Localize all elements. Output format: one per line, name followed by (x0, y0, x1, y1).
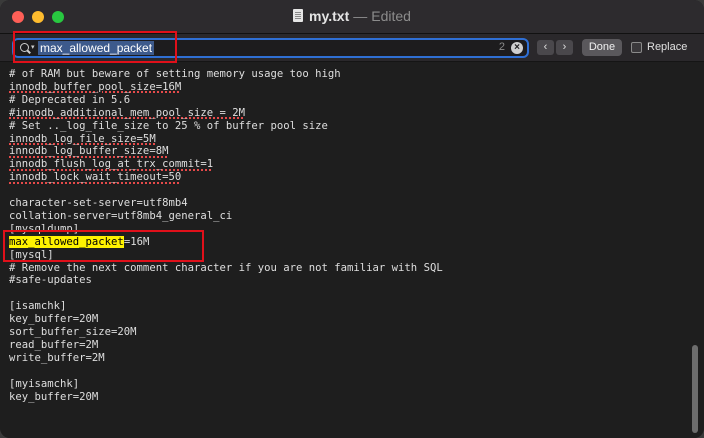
code-line-text: key_buffer=20M (9, 313, 99, 326)
file-name: my.txt (309, 8, 350, 24)
code-line[interactable]: character-set-server=utf8mb4 (9, 197, 188, 210)
code-line-text: key_buffer=20M (9, 390, 99, 403)
title-separator: — (353, 8, 368, 24)
code-line-text: innodb_flush_log_at_trx_commit=1 (9, 158, 214, 171)
clear-search-icon[interactable]: × (511, 42, 523, 54)
code-line-text: innodb_lock_wait_timeout=50 (9, 171, 182, 184)
done-button[interactable]: Done (582, 39, 622, 56)
code-line[interactable]: key_buffer=20M (9, 391, 98, 404)
code-line[interactable]: #safe-updates (9, 274, 92, 287)
title-bar[interactable]: my.txt — Edited (0, 0, 704, 34)
document-icon (293, 9, 304, 22)
search-query[interactable]: max_allowed_packet (38, 41, 155, 55)
code-line[interactable]: write_buffer=2M (9, 352, 105, 365)
code-line-text: read_buffer=2M (9, 338, 99, 351)
text-area[interactable]: # of RAM but beware of setting memory us… (0, 63, 704, 438)
find-input[interactable]: ▾ max_allowed_packet 2 × (12, 38, 529, 58)
code-line[interactable]: innodb_flush_log_at_trx_commit=1 (9, 158, 213, 171)
code-line-text: # Remove the next comment character if y… (9, 261, 443, 274)
code-line[interactable]: innodb_log_buffer_size=8M (9, 145, 168, 158)
match-count: 2 (498, 41, 505, 53)
code-line-text: innodb_buffer_pool_size=16M (9, 80, 182, 93)
code-line-text: #innodb_additional_mem_pool_size = 2M (9, 106, 245, 119)
code-line[interactable]: key_buffer=20M (9, 313, 98, 326)
code-line[interactable]: innodb_lock_wait_timeout=50 (9, 171, 181, 184)
code-line-text: [mysql] (9, 248, 54, 261)
code-line-text: =16M (123, 235, 150, 248)
code-line[interactable]: # Deprecated in 5.6 (9, 94, 130, 107)
code-line-text: character-set-server=utf8mb4 (9, 197, 188, 209)
edited-status: Edited (371, 8, 411, 24)
code-line-text: # Set .._log_file_size to 25 % of buffer… (9, 119, 328, 132)
code-line[interactable]: [myisamchk] (9, 378, 79, 391)
code-line[interactable]: [mysql] (9, 249, 54, 262)
code-line-text: [myisamchk] (9, 377, 80, 390)
code-line[interactable]: collation-server=utf8mb4_general_ci (9, 210, 232, 223)
code-line-text: innodb_log_file_size=5M (9, 132, 156, 145)
search-icon[interactable] (20, 43, 29, 52)
replace-label[interactable]: Replace (647, 41, 687, 53)
previous-match-button[interactable]: ‹ (537, 40, 554, 55)
code-line-text: # of RAM but beware of setting memory us… (9, 68, 341, 80)
code-line-text: write_buffer=2M (9, 351, 105, 364)
code-line-text: innodb_log_buffer_size=8M (9, 145, 169, 158)
code-line[interactable]: max_allowed_packet=16M (9, 235, 150, 249)
code-line-text: sort_buffer_size=20M (9, 326, 137, 338)
code-line-text: # Deprecated in 5.6 (9, 93, 131, 106)
search-match-highlight[interactable]: max_allowed_packet (9, 235, 124, 248)
code-line[interactable]: innodb_buffer_pool_size=16M (9, 81, 181, 94)
text-editor-window: my.txt — Edited ▾ max_allowed_packet 2 × ‹… (0, 0, 704, 438)
code-line[interactable]: # of RAM but beware of setting memory us… (9, 68, 341, 81)
chevron-down-icon[interactable]: ▾ (31, 43, 35, 51)
code-line-text: #safe-updates (9, 274, 92, 287)
code-line[interactable]: [mysqldump] (9, 223, 79, 236)
next-match-button[interactable]: › (556, 40, 573, 55)
code-line[interactable]: # Remove the next comment character if y… (9, 262, 443, 275)
code-line-text: [isamchk] (9, 300, 67, 313)
code-line-text: collation-server=utf8mb4_general_ci (9, 209, 233, 222)
code-line[interactable]: sort_buffer_size=20M (9, 326, 137, 339)
code-line[interactable]: read_buffer=2M (9, 339, 98, 352)
code-line-text: [mysqldump] (9, 222, 80, 235)
replace-checkbox[interactable] (631, 42, 642, 53)
code-line[interactable]: [isamchk] (9, 300, 66, 313)
code-line[interactable]: #innodb_additional_mem_pool_size = 2M (9, 107, 245, 120)
code-line[interactable]: innodb_log_file_size=5M (9, 133, 156, 146)
vertical-scrollbar[interactable] (692, 345, 698, 433)
find-bar: ▾ max_allowed_packet 2 × ‹ › Done Replac… (0, 34, 704, 62)
window-title: my.txt — Edited (0, 8, 704, 24)
code-line[interactable]: # Set .._log_file_size to 25 % of buffer… (9, 120, 328, 133)
